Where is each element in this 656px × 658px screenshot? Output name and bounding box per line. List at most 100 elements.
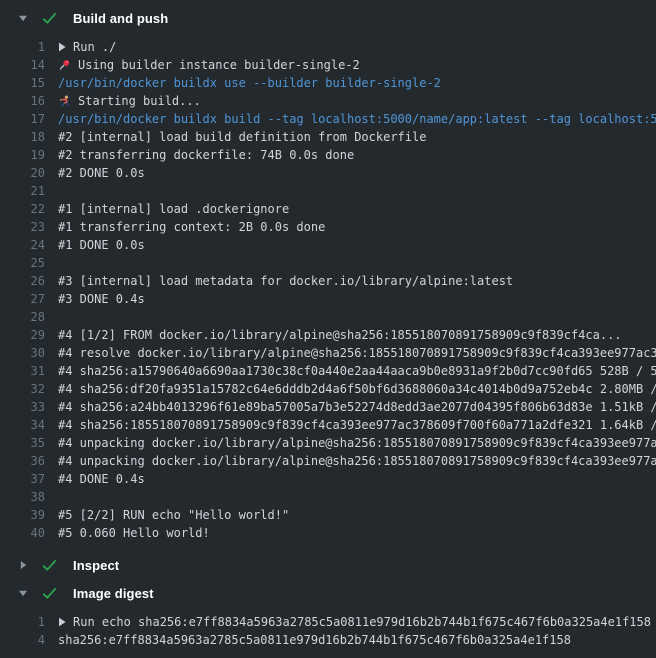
log-line: 19 #2 transferring dockerfile: 74B 0.0s … bbox=[0, 146, 656, 164]
line-number[interactable]: 37 bbox=[0, 470, 45, 488]
line-text-content: Using builder instance builder-single-2 bbox=[78, 56, 360, 74]
log-line: 16 Starting build... bbox=[0, 92, 656, 110]
line-number[interactable]: 26 bbox=[0, 272, 45, 290]
section-title: Build and push bbox=[73, 11, 168, 26]
expand-arrow-icon[interactable] bbox=[58, 617, 66, 627]
line-text: #4 sha256:a24bb4013296f61e89ba57005a7b3e… bbox=[58, 398, 656, 416]
expand-arrow-icon[interactable] bbox=[58, 42, 66, 52]
line-number[interactable]: 17 bbox=[0, 110, 45, 128]
line-number[interactable]: 22 bbox=[0, 200, 45, 218]
line-number[interactable]: 33 bbox=[0, 398, 45, 416]
line-text: Run ./ bbox=[58, 38, 656, 56]
log-line: 17 /usr/bin/docker buildx build --tag lo… bbox=[0, 110, 656, 128]
line-number[interactable]: 32 bbox=[0, 380, 45, 398]
chevron-down-icon[interactable] bbox=[17, 13, 28, 24]
line-number[interactable]: 28 bbox=[0, 308, 45, 326]
log-line: 18 #2 [internal] load build definition f… bbox=[0, 128, 656, 146]
line-text-content: #2 DONE 0.0s bbox=[58, 164, 145, 182]
line-text: #4 sha256:185518070891758909c9f839cf4ca3… bbox=[58, 416, 656, 434]
line-text: Run echo sha256:e7ff8834a5963a2785c5a081… bbox=[58, 613, 656, 631]
line-text-content: #4 sha256:a15790640a6690aa1730c38cf0a440… bbox=[58, 362, 656, 380]
line-text: #1 [internal] load .dockerignore bbox=[58, 200, 656, 218]
line-number[interactable]: 36 bbox=[0, 452, 45, 470]
workflow-log-viewer: Build and push 1 Run ./ 14 Using builder… bbox=[0, 0, 656, 658]
line-text: #4 sha256:df20fa9351a15782c64e6dddb2d4a6… bbox=[58, 380, 656, 398]
line-number[interactable]: 40 bbox=[0, 524, 45, 542]
line-number[interactable]: 25 bbox=[0, 254, 45, 272]
line-number[interactable]: 39 bbox=[0, 506, 45, 524]
line-text: #3 [internal] load metadata for docker.i… bbox=[58, 272, 656, 290]
pushpin-icon bbox=[58, 59, 71, 72]
line-text: Starting build... bbox=[58, 92, 656, 110]
line-number[interactable]: 15 bbox=[0, 74, 45, 92]
section-build-and-push: Build and push 1 Run ./ 14 Using builder… bbox=[0, 4, 656, 551]
line-number[interactable]: 31 bbox=[0, 362, 45, 380]
line-number[interactable]: 16 bbox=[0, 92, 45, 110]
log-line: 27 #3 DONE 0.4s bbox=[0, 290, 656, 308]
line-number[interactable]: 21 bbox=[0, 182, 45, 200]
line-number[interactable]: 24 bbox=[0, 236, 45, 254]
line-text: #4 [1/2] FROM docker.io/library/alpine@s… bbox=[58, 326, 656, 344]
line-text-content: #4 unpacking docker.io/library/alpine@sh… bbox=[58, 434, 656, 452]
line-number[interactable]: 20 bbox=[0, 164, 45, 182]
log-line: 4 sha256:e7ff8834a5963a2785c5a0811e979d1… bbox=[0, 631, 656, 649]
line-text-content: #4 resolve docker.io/library/alpine@sha2… bbox=[58, 344, 656, 362]
line-number[interactable]: 35 bbox=[0, 434, 45, 452]
line-number[interactable]: 23 bbox=[0, 218, 45, 236]
line-text-content: #4 sha256:a24bb4013296f61e89ba57005a7b3e… bbox=[58, 398, 656, 416]
line-text: #2 DONE 0.0s bbox=[58, 164, 656, 182]
line-text-content: #1 transferring context: 2B 0.0s done bbox=[58, 218, 325, 236]
runner-icon bbox=[58, 95, 71, 108]
line-text: #2 transferring dockerfile: 74B 0.0s don… bbox=[58, 146, 656, 164]
section-header[interactable]: Inspect bbox=[0, 551, 656, 579]
log-line: 28 bbox=[0, 308, 656, 326]
line-number[interactable]: 1 bbox=[0, 38, 45, 56]
line-number[interactable]: 34 bbox=[0, 416, 45, 434]
line-number[interactable]: 1 bbox=[0, 613, 45, 631]
line-text-content: #4 DONE 0.4s bbox=[58, 470, 145, 488]
line-text: /usr/bin/docker buildx build --tag local… bbox=[58, 110, 656, 128]
chevron-down-icon[interactable] bbox=[17, 588, 28, 599]
log-line: 25 bbox=[0, 254, 656, 272]
line-number[interactable]: 4 bbox=[0, 631, 45, 649]
line-number[interactable]: 38 bbox=[0, 488, 45, 506]
check-icon bbox=[42, 559, 57, 571]
line-text-content: /usr/bin/docker buildx build --tag local… bbox=[58, 110, 656, 128]
log-line: 30 #4 resolve docker.io/library/alpine@s… bbox=[0, 344, 656, 362]
log-line: 15 /usr/bin/docker buildx use --builder … bbox=[0, 74, 656, 92]
log-line: 21 bbox=[0, 182, 656, 200]
line-number[interactable]: 14 bbox=[0, 56, 45, 74]
log-line: 35 #4 unpacking docker.io/library/alpine… bbox=[0, 434, 656, 452]
line-text-content: Run ./ bbox=[73, 38, 116, 56]
check-icon bbox=[42, 12, 57, 24]
line-text-content: #2 transferring dockerfile: 74B 0.0s don… bbox=[58, 146, 354, 164]
line-text-content: sha256:e7ff8834a5963a2785c5a0811e979d16b… bbox=[58, 631, 571, 649]
line-number[interactable]: 27 bbox=[0, 290, 45, 308]
section-header[interactable]: Image digest bbox=[0, 579, 656, 607]
section-lines: 1 Run ./ 14 Using builder instance build… bbox=[0, 32, 656, 551]
line-text: Using builder instance builder-single-2 bbox=[58, 56, 656, 74]
log-line: 23 #1 transferring context: 2B 0.0s done bbox=[0, 218, 656, 236]
line-text bbox=[58, 308, 656, 326]
line-number[interactable]: 18 bbox=[0, 128, 45, 146]
line-text-content: #3 [internal] load metadata for docker.i… bbox=[58, 272, 513, 290]
line-text-content: Starting build... bbox=[78, 92, 201, 110]
log-line: 39 #5 [2/2] RUN echo "Hello world!" bbox=[0, 506, 656, 524]
line-text-content: #2 [internal] load build definition from… bbox=[58, 128, 426, 146]
line-text-content: Run echo sha256:e7ff8834a5963a2785c5a081… bbox=[73, 613, 651, 631]
line-text: #1 DONE 0.0s bbox=[58, 236, 656, 254]
line-text-content: #5 [2/2] RUN echo "Hello world!" bbox=[58, 506, 289, 524]
line-number[interactable]: 19 bbox=[0, 146, 45, 164]
line-text-content: #4 sha256:185518070891758909c9f839cf4ca3… bbox=[58, 416, 656, 434]
line-number[interactable]: 30 bbox=[0, 344, 45, 362]
section-header[interactable]: Build and push bbox=[0, 4, 656, 32]
line-text: #5 0.060 Hello world! bbox=[58, 524, 656, 542]
line-text: /usr/bin/docker buildx use --builder bui… bbox=[58, 74, 656, 92]
line-text-content: #4 unpacking docker.io/library/alpine@sh… bbox=[58, 452, 656, 470]
section-title: Inspect bbox=[73, 558, 119, 573]
line-text-content: /usr/bin/docker buildx use --builder bui… bbox=[58, 74, 441, 92]
line-text: #4 sha256:a15790640a6690aa1730c38cf0a440… bbox=[58, 362, 656, 380]
chevron-right-icon[interactable] bbox=[17, 560, 28, 571]
log-line: 1 Run ./ bbox=[0, 38, 656, 56]
line-number[interactable]: 29 bbox=[0, 326, 45, 344]
